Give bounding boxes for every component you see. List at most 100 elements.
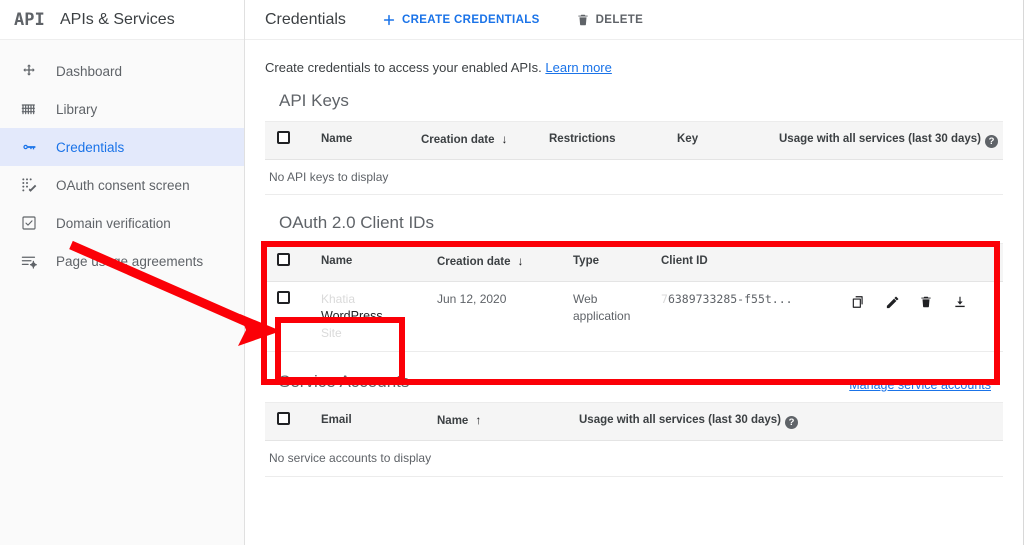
column-label: Usage with all services (last 30 days) [579, 414, 781, 427]
help-icon[interactable]: ? [785, 416, 798, 430]
sidebar-item-library[interactable]: Library [0, 90, 244, 128]
client-id-faded-prefix: 7 [661, 292, 668, 307]
select-all-header [265, 121, 317, 160]
column-header-name[interactable]: Name ↑ [433, 402, 575, 441]
column-header-key[interactable]: Key [673, 121, 775, 160]
column-header-usage[interactable]: Usage with all services (last 30 days)? [575, 402, 1003, 441]
cell-actions [837, 281, 1003, 353]
domain-verification-icon [16, 212, 42, 234]
service-accounts-title: Service Accounts [279, 372, 410, 392]
service-accounts-header: Service Accounts Manage service accounts [265, 372, 1003, 402]
column-label: Creation date [421, 134, 495, 146]
api-logo: API [14, 9, 45, 30]
dashboard-icon [16, 60, 42, 82]
intro-text: Create credentials to access your enable… [265, 40, 1003, 83]
table-header-row: Name Creation date ↓ Type Client ID [265, 243, 1003, 283]
app-title: APIs & Services [60, 10, 175, 28]
sidebar-item-domain-verification[interactable]: Domain verification [0, 204, 244, 242]
client-name-faded-top: Khatia [321, 292, 356, 307]
api-keys-table: Name Creation date ↓ Restrictions Key Usa… [265, 121, 1003, 196]
oauth-clients-title: OAuth 2.0 Client IDs [279, 213, 434, 233]
delete-label: DELETE [595, 13, 644, 26]
row-checkbox[interactable] [277, 291, 290, 305]
sidebar-item-label: Page usage agreements [56, 253, 204, 269]
oauth-clients-header: OAuth 2.0 Client IDs [265, 213, 1003, 243]
client-name-faded-bottom: Site [321, 326, 342, 341]
copy-icon[interactable] [841, 291, 875, 313]
service-accounts-empty-row: No service accounts to display [265, 440, 1003, 477]
column-header-name[interactable]: Name [317, 243, 433, 283]
client-name: WordPress [321, 308, 383, 323]
column-header-client-id[interactable]: Client ID [657, 243, 837, 283]
create-credentials-label: CREATE CREDENTIALS [401, 13, 540, 26]
sidebar-nav: Dashboard Library Credentials OAuth cons… [0, 40, 244, 280]
table-row[interactable]: Khatia WordPress Site Jun 12, 2020 Web a… [265, 281, 1003, 353]
sidebar-item-dashboard[interactable]: Dashboard [0, 52, 244, 90]
intro-sentence: Create credentials to access your enable… [265, 60, 542, 75]
oauth-consent-icon [16, 174, 42, 196]
select-all-checkbox[interactable] [277, 412, 290, 426]
column-header-actions [837, 243, 1003, 283]
sort-arrow-down-icon: ↓ [501, 132, 508, 146]
oauth-clients-table: Name Creation date ↓ Type Client ID Khat… [265, 243, 1003, 353]
toolbar: Credentials CREATE CREDENTIALS DELETE [245, 0, 1023, 40]
key-icon [16, 136, 42, 158]
api-keys-header: API Keys [265, 91, 1003, 121]
content-area: Create credentials to access your enable… [245, 40, 1023, 477]
row-select-cell [265, 281, 317, 353]
column-header-type[interactable]: Type [569, 243, 657, 283]
sidebar-brand: API APIs & Services [0, 0, 244, 40]
sidebar: API APIs & Services Dashboard Library Cr… [0, 0, 245, 545]
create-credentials-button[interactable]: CREATE CREDENTIALS [382, 13, 540, 27]
sort-arrow-up-icon: ↑ [475, 413, 482, 428]
api-keys-section: API Keys Name Creation date ↓ Restrictio… [265, 91, 1003, 196]
sidebar-item-label: Domain verification [56, 215, 171, 231]
api-keys-empty-text: No API keys to display [265, 159, 1003, 196]
main-content: Credentials CREATE CREDENTIALS DELETE Cr… [245, 0, 1023, 545]
edit-icon[interactable] [875, 291, 909, 313]
cell-type: Web application [569, 281, 657, 353]
sidebar-item-label: Dashboard [56, 63, 123, 79]
column-label: Usage with all services (last 30 days) [779, 133, 981, 145]
trash-icon [576, 13, 590, 27]
column-header-restrictions[interactable]: Restrictions [545, 121, 673, 160]
row-action-group [841, 291, 999, 313]
oauth-clients-section: OAuth 2.0 Client IDs Name Creation date ↓ [265, 213, 1003, 353]
sidebar-item-credentials[interactable]: Credentials [0, 128, 244, 166]
client-id-value: 6389733285-f55t... [667, 292, 793, 307]
delete-button[interactable]: DELETE [576, 13, 643, 27]
column-label: Creation date [437, 256, 511, 269]
download-icon[interactable] [943, 291, 977, 313]
select-all-checkbox[interactable] [277, 253, 290, 267]
delete-icon[interactable] [909, 291, 943, 313]
sidebar-item-page-usage-agreements[interactable]: Page usage agreements [0, 242, 244, 280]
credentials-page: API APIs & Services Dashboard Library Cr… [0, 0, 1024, 545]
select-all-checkbox[interactable] [277, 131, 290, 144]
select-all-header [265, 402, 317, 441]
table-header-row: Email Name ↑ Usage with all services (las… [265, 402, 1003, 441]
sort-arrow-down-icon: ↓ [517, 254, 524, 269]
help-icon[interactable]: ? [985, 135, 998, 148]
column-header-email[interactable]: Email [317, 402, 433, 441]
cell-name: Khatia WordPress Site [317, 281, 433, 353]
plus-icon [382, 13, 396, 27]
service-accounts-table: Email Name ↑ Usage with all services (las… [265, 402, 1003, 477]
manage-service-accounts-link[interactable]: Manage service accounts [849, 378, 991, 392]
column-header-creation-date[interactable]: Creation date ↓ [433, 243, 569, 283]
cell-client-id: 76389733285-f55t... [657, 281, 837, 353]
column-header-creation-date[interactable]: Creation date ↓ [417, 121, 545, 160]
sidebar-item-label: Library [56, 101, 98, 117]
library-icon [16, 98, 42, 120]
sidebar-item-oauth-consent-screen[interactable]: OAuth consent screen [0, 166, 244, 204]
learn-more-link[interactable]: Learn more [545, 60, 611, 75]
api-keys-empty-row: No API keys to display [265, 159, 1003, 196]
column-header-name[interactable]: Name [317, 121, 417, 160]
service-accounts-section: Service Accounts Manage service accounts… [265, 372, 1003, 477]
sidebar-item-label: OAuth consent screen [56, 177, 190, 193]
column-header-usage[interactable]: Usage with all services (last 30 days)? [775, 121, 1003, 160]
table-header-row: Name Creation date ↓ Restrictions Key Usa… [265, 121, 1003, 160]
api-keys-title: API Keys [279, 91, 349, 110]
select-all-header [265, 243, 317, 283]
service-accounts-empty-text: No service accounts to display [265, 440, 1003, 477]
page-title: Credentials [265, 10, 346, 28]
